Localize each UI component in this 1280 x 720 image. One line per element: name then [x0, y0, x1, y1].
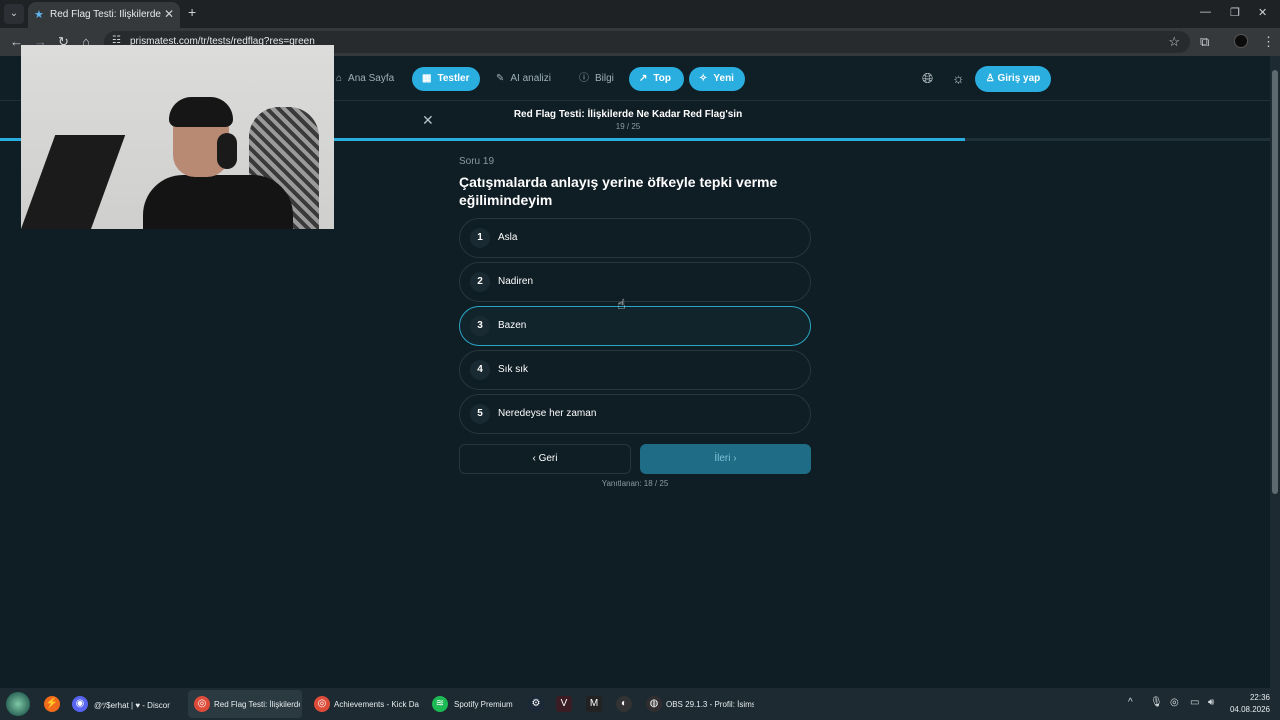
option-label: Asla: [498, 232, 518, 243]
close-window-icon[interactable]: ✕: [1258, 6, 1267, 19]
taskbar: ⚡ ◉ @ﾂ$erhat | ♥ - Discor ◎ Red Flag Tes…: [0, 688, 1280, 720]
theme-sun-icon[interactable]: ☼: [952, 70, 965, 86]
option-number: 2: [470, 272, 490, 292]
back-button[interactable]: ‹ Geri: [459, 444, 631, 474]
answer-option-4[interactable]: 4 Sık sık: [459, 350, 811, 390]
taskbar-item-chrome-kick[interactable]: ◎ Achievements - Kick Da: [308, 690, 422, 718]
obs-icon: ◍: [646, 696, 662, 712]
chrome-icon: ◎: [194, 696, 210, 712]
scrollbar-thumb[interactable]: [1272, 70, 1278, 494]
volume-icon[interactable]: 🔊︎: [1208, 697, 1214, 708]
option-number: 4: [470, 360, 490, 380]
profile-avatar[interactable]: [1234, 34, 1248, 48]
answer-option-3[interactable]: 3 Bazen: [459, 306, 811, 346]
webcam-overlay: [21, 45, 334, 229]
option-label: Neredeyse her zaman: [498, 408, 597, 419]
app-icon[interactable]: ⚡: [44, 696, 60, 712]
browser-tab[interactable]: ★ Red Flag Testi: İlişkilerde Ne Kadar R…: [28, 2, 180, 28]
discord-icon: ◉: [72, 696, 88, 712]
close-tab-icon[interactable]: ✕: [164, 7, 174, 21]
clock-date[interactable]: 04.08.2026: [1226, 705, 1270, 714]
taskbar-item-spotify[interactable]: ≋ Spotify Premium: [428, 690, 518, 718]
app-icon[interactable]: V: [556, 696, 572, 712]
sparkle-icon: ✧: [699, 73, 708, 84]
webcam-person-body: [143, 175, 293, 229]
bookmark-star-icon[interactable]: ☆: [1168, 34, 1180, 50]
grid-icon: ▦: [422, 73, 432, 84]
clock-time[interactable]: 22:36: [1236, 693, 1270, 702]
option-label: Nadiren: [498, 276, 534, 287]
answer-option-2[interactable]: 2 Nadiren: [459, 262, 811, 302]
nav-tests[interactable]: ▦ Testler: [412, 67, 480, 91]
app-icon[interactable]: M: [586, 696, 602, 712]
trending-icon: ↗: [639, 73, 648, 84]
taskbar-item-obs[interactable]: ◍ OBS 29.1.3 - Profil: İsims: [640, 690, 756, 718]
option-number: 3: [470, 316, 490, 336]
tab-search-button[interactable]: ⌄: [4, 4, 24, 24]
nav-new[interactable]: ✧ Yeni: [689, 67, 745, 91]
globe-icon[interactable]: 🌐︎: [922, 70, 933, 87]
webcam-headset: [217, 133, 237, 169]
minimize-icon[interactable]: —: [1200, 6, 1211, 18]
answer-option-1[interactable]: 1 Asla: [459, 218, 811, 258]
option-number: 5: [470, 404, 490, 424]
user-icon: ♙: [985, 73, 998, 84]
question-text: Çatışmalarda anlayış yerine öfkeyle tepk…: [459, 174, 778, 208]
home-icon: ⌂: [336, 73, 343, 84]
nav-top[interactable]: ↗ Top: [629, 67, 684, 91]
login-button[interactable]: ♙ Giriş yap: [975, 66, 1051, 92]
answered-count: Yanıtlanan: 18 / 25: [601, 479, 669, 488]
start-button[interactable]: [6, 692, 30, 716]
question-number: Soru 19: [459, 156, 495, 167]
next-button[interactable]: İleri ›: [640, 444, 811, 474]
chevron-right-icon: ›: [730, 453, 737, 464]
site-favicon-icon: ★: [34, 9, 44, 21]
browser-menu-icon[interactable]: ⋮: [1262, 34, 1275, 50]
option-label: Bazen: [498, 320, 527, 331]
info-icon: ⓘ: [579, 73, 589, 84]
nav-home[interactable]: ⌂ Ana Sayfa: [326, 67, 404, 91]
chrome-icon: ◎: [314, 696, 330, 712]
answer-option-5[interactable]: 5 Neredeyse her zaman: [459, 394, 811, 434]
microphone-icon[interactable]: 🎙︎: [1150, 697, 1163, 708]
nav-ai-analysis[interactable]: ✎ AI analizi: [486, 67, 561, 91]
quiz-progress-count: 19 / 25: [615, 122, 641, 131]
new-tab-button[interactable]: +: [188, 4, 196, 20]
tab-title: Red Flag Testi: İlişkilerde Ne Kadar Red…: [50, 9, 162, 20]
page-scrollbar[interactable]: [1270, 56, 1280, 688]
mouse-pointer-icon: ☝︎: [617, 296, 626, 312]
webcam-person-hair: [169, 97, 233, 127]
network-icon[interactable]: ◎: [1170, 697, 1179, 708]
nav-info[interactable]: ⓘ Bilgi: [569, 67, 624, 91]
app-icon[interactable]: ◐: [616, 696, 632, 712]
option-number: 1: [470, 228, 490, 248]
display-icon[interactable]: ▭: [1190, 697, 1199, 708]
steam-icon[interactable]: ⚙: [528, 696, 544, 712]
wand-icon: ✎: [496, 73, 505, 84]
extensions-icon[interactable]: ⧉: [1200, 34, 1209, 50]
spotify-icon: ≋: [432, 696, 448, 712]
tray-chevron-up-icon[interactable]: ^: [1128, 697, 1133, 708]
option-label: Sık sık: [498, 364, 529, 375]
taskbar-item-chrome-redflag[interactable]: ◎ Red Flag Testi: İlişkilerde: [188, 690, 302, 718]
taskbar-item-discord[interactable]: ◉ @ﾂ$erhat | ♥ - Discor: [68, 690, 180, 718]
browser-tab-bar: ⌄ ★ Red Flag Testi: İlişkilerde Ne Kadar…: [0, 0, 1280, 28]
restore-icon[interactable]: ❐: [1230, 6, 1240, 19]
quiz-title: Red Flag Testi: İlişkilerde Ne Kadar Red…: [513, 109, 743, 120]
